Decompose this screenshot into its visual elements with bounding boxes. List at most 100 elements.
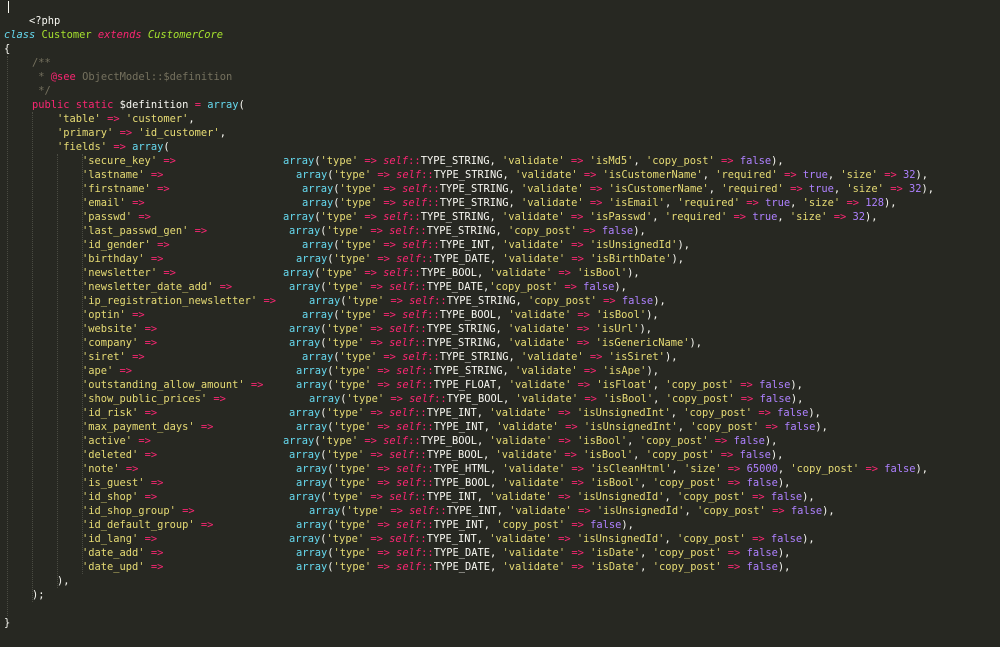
array-function: array — [289, 225, 321, 237]
option-key: 'validate' — [521, 351, 584, 363]
field-type: TYPE_BOOL — [433, 477, 490, 489]
option-value: 'isUnsignedId' — [596, 505, 685, 517]
option-value: 32 — [903, 169, 916, 181]
arrow-operator: => — [790, 183, 803, 195]
option-value: 'isBool' — [596, 309, 647, 321]
scope-operator: :: — [414, 323, 427, 335]
type-key: 'type' — [333, 477, 372, 489]
field-key: 'company' — [82, 337, 139, 349]
option-value: false — [784, 421, 816, 433]
option-value: 'isUnsignedInt' — [576, 407, 671, 419]
option-value: 'isUnsignedInt' — [583, 421, 678, 433]
arrow-operator: => — [720, 449, 734, 461]
option-key: 'validate' — [502, 239, 565, 251]
option-value: true — [765, 197, 791, 209]
field-key: 'date_upd' — [82, 561, 145, 573]
type-key: 'type' — [320, 155, 359, 167]
arrow-operator: => — [132, 351, 145, 363]
option-key: 'validate' — [508, 323, 571, 335]
option-key: 'copy_post' — [652, 477, 722, 489]
field-type: TYPE_DATE — [426, 281, 483, 293]
arrow-operator: => — [571, 477, 584, 489]
array-function: array — [309, 393, 341, 405]
self-keyword: self — [383, 435, 409, 447]
extends-keyword: extends — [97, 29, 142, 41]
option-value: 'isGenericName' — [595, 337, 690, 349]
option-value: false — [733, 435, 765, 447]
arrow-operator: => — [578, 505, 591, 517]
option-value: 'isBool' — [577, 435, 628, 447]
arrow-operator: => — [370, 491, 383, 503]
option-key: 'size' — [789, 211, 828, 223]
field-definition: array('type' => self::TYPE_INT, 'validat… — [289, 407, 821, 419]
arrow-operator: => — [784, 169, 797, 181]
field-key-line: 'is_guest' => — [82, 476, 163, 490]
field-type: TYPE_INT — [426, 407, 477, 419]
array-function: array — [296, 463, 328, 475]
option-key: 'validate' — [502, 463, 566, 475]
arrow-operator: => — [370, 323, 383, 335]
field-key: 'id_risk' — [82, 407, 139, 419]
arrow-operator: => — [150, 561, 164, 573]
arrow-operator: => — [364, 435, 377, 447]
arrow-operator: => — [577, 379, 591, 391]
type-key: 'type' — [339, 309, 378, 321]
field-definition: array('type' => self::TYPE_BOOL, 'valida… — [296, 477, 791, 489]
option-key: 'validate' — [502, 211, 565, 223]
self-keyword: self — [396, 477, 422, 489]
option-key: 'required' — [721, 183, 784, 195]
field-definition: array('type' => self::TYPE_STRING, 'vali… — [302, 197, 897, 209]
field-definition: array('type' => self::TYPE_INT, 'copy_po… — [296, 519, 634, 531]
field-key: 'id_shop' — [82, 491, 139, 503]
field-key: 'id_shop_group' — [82, 505, 176, 517]
option-value: false — [601, 225, 634, 237]
arrow-operator: => — [390, 505, 403, 517]
doc-see-text: ObjectModel::$definition — [82, 71, 233, 83]
self-keyword: self — [396, 253, 422, 265]
field-key-line: 'secure_key' => — [82, 154, 176, 168]
scope-operator: :: — [421, 253, 434, 265]
type-key: 'type' — [320, 435, 359, 447]
self-keyword: self — [389, 533, 415, 545]
option-value: false — [583, 281, 615, 293]
array-function: array — [309, 505, 341, 517]
arrow-operator: => — [589, 183, 603, 195]
self-keyword: self — [396, 519, 422, 531]
scope-operator: :: — [427, 239, 440, 251]
field-type: TYPE_FLOAT — [433, 379, 497, 391]
field-key-line: 'show_public_prices' => — [82, 392, 226, 406]
arrow-operator: => — [377, 169, 390, 181]
arrow-operator: => — [833, 211, 847, 223]
type-key: 'type' — [326, 337, 365, 349]
field-definition: array('type' => self::TYPE_HTML, 'valida… — [296, 463, 929, 475]
code-line-comment-close: */ — [32, 84, 51, 98]
array-function: array — [302, 183, 334, 195]
field-definition: array('type' => self::TYPE_STRING, 'vali… — [283, 155, 784, 167]
type-key: 'type' — [333, 561, 372, 573]
array-function: array — [283, 267, 315, 279]
option-value: false — [739, 155, 772, 167]
arrow-operator: => — [890, 183, 903, 195]
field-key-line: 'id_shop' => — [82, 490, 157, 504]
arrow-operator: => — [390, 393, 403, 405]
table-key: 'table' — [57, 113, 101, 125]
option-value: 'isSiret' — [608, 351, 665, 363]
option-key: 'validate' — [502, 155, 565, 167]
scope-operator: :: — [421, 547, 434, 559]
array-function: array — [296, 421, 328, 433]
arrow-operator: => — [571, 547, 584, 559]
option-key: 'validate' — [515, 365, 578, 377]
arrow-operator: => — [182, 505, 195, 517]
scope-operator: :: — [434, 295, 447, 307]
field-key: 'newsletter' — [82, 267, 158, 279]
arrow-operator: => — [564, 281, 577, 293]
arrow-operator: => — [584, 393, 597, 405]
arrow-operator: => — [150, 253, 164, 265]
field-key: 'id_lang' — [82, 533, 139, 545]
arrow-operator: => — [150, 477, 164, 489]
field-key-line: 'id_gender' => — [82, 238, 170, 252]
code-line-class-declaration: class Customer extends CustomerCore — [4, 28, 223, 42]
field-definition: array('type' => self::TYPE_STRING, 'copy… — [309, 295, 666, 307]
code-editor[interactable]: <?php class Customer extends CustomerCor… — [4, 0, 998, 647]
self-keyword: self — [402, 239, 428, 251]
